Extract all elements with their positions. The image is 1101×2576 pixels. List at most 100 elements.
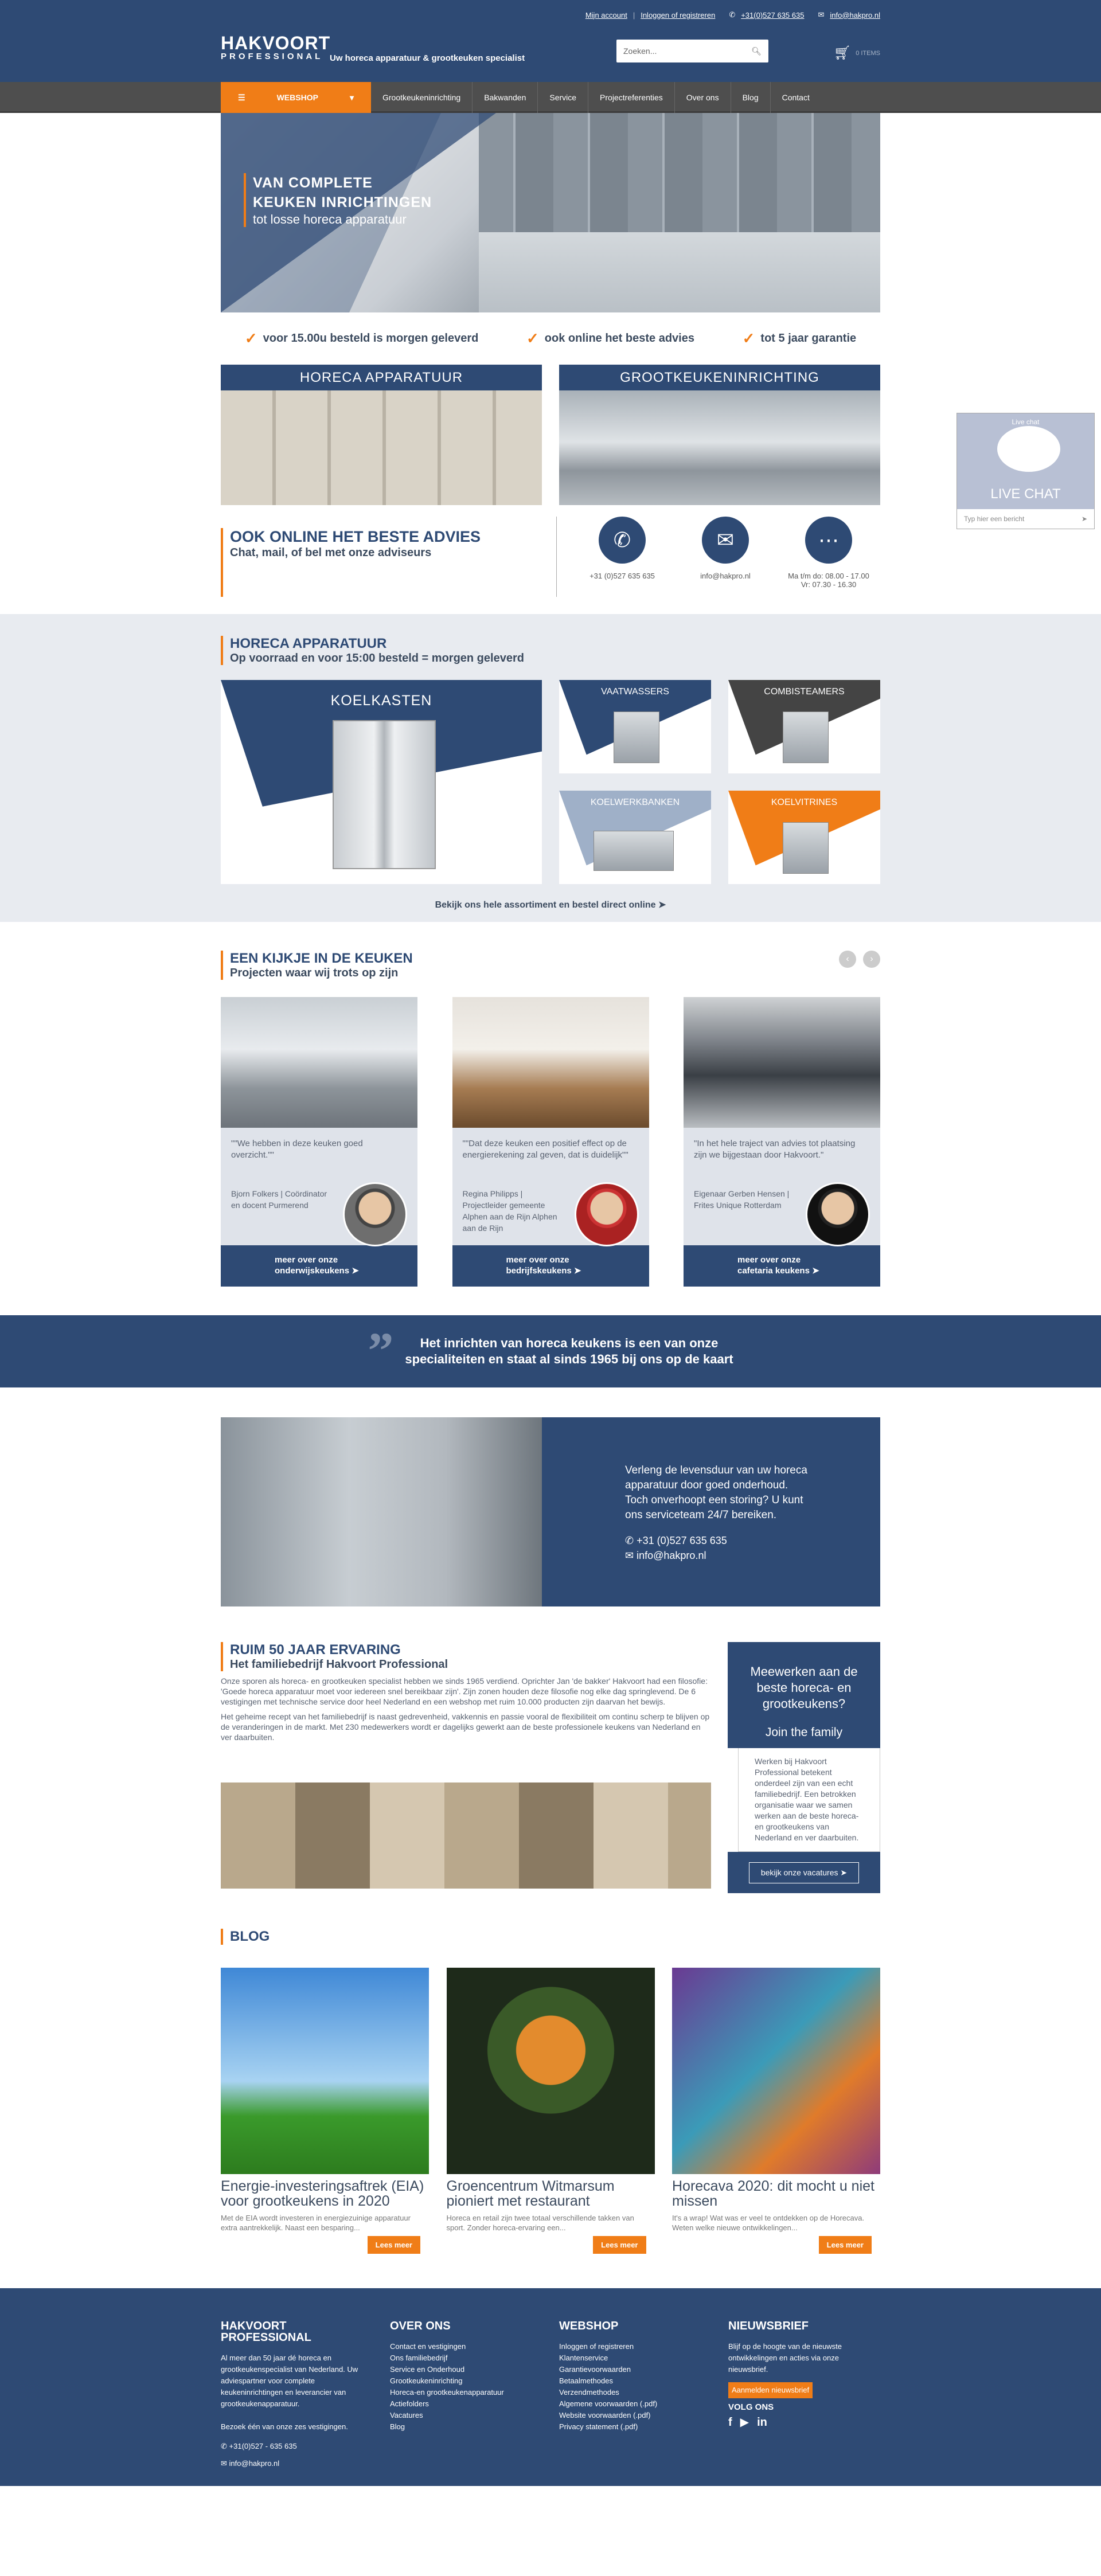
footer-column: HAKVOORT PROFESSIONAL Al meer dan 50 jaa… [221,2320,373,2469]
footer-text: Al meer dan 50 jaar dé horeca en grootke… [221,2354,358,2408]
nav-item[interactable]: Service [538,82,589,113]
body-text: Onze sporen als horeca- en grootkeuken s… [221,1676,708,1706]
facebook-icon[interactable]: f [728,2417,732,2428]
nav-item[interactable]: Projectreferenties [588,82,675,113]
search-input[interactable]: Zoeken... 🔍︎ [616,40,768,62]
usp-bar: ✓ voor 15.00u besteld is morgen geleverd … [221,312,880,365]
chevron-down-icon: ▾ [349,92,354,102]
service-phone[interactable]: ✆ +31 (0)527 635 635 [625,1533,880,1548]
category-koelvitrines[interactable]: KOELVITRINES [728,791,880,884]
quote-band: ” Het inrichten van horeca keukens is ee… [0,1315,1101,1387]
category-combisteamers[interactable]: COMBISTEAMERS [728,680,880,773]
project-person: Bjorn Folkers | Coördinator en docent Pu… [221,1182,417,1246]
youtube-icon[interactable]: ▶ [740,2417,749,2428]
project-card: ""We hebben in deze keuken goed overzich… [221,997,417,1287]
footer-link[interactable]: Ons familiebedrijf [390,2352,542,2364]
webshop-menu-button[interactable]: ☰ WEBSHOP ▾ [221,82,371,113]
nav-item[interactable]: Bakwanden [473,82,538,113]
mail-icon: ✉ [818,10,825,19]
footer-link[interactable]: Garantievoorwaarden [559,2364,711,2375]
social-icons: f ▶ in [728,2417,880,2428]
service-email[interactable]: ✉ info@hakpro.nl [625,1548,880,1563]
avatar [806,1182,870,1246]
fridge-image [333,720,436,869]
blog-image [221,1968,429,2174]
footer-link[interactable]: Grootkeukeninrichting [390,2375,542,2387]
arrow-right-icon: ➤ [812,1266,819,1276]
menu-icon: ☰ [238,92,245,102]
phone-link[interactable]: +31(0)527 635 635 [741,11,804,19]
project-card: ""Dat deze keuken een positief effect op… [452,997,649,1287]
footer-link[interactable]: Klantenservice [559,2352,711,2364]
tagline: Uw horeca apparatuur & grootkeuken speci… [330,53,525,63]
footer-link[interactable]: Blog [390,2421,542,2433]
category-vaatwassers[interactable]: VAATWASSERS [559,680,711,773]
section-heading: HORECA APPARATUUR Op voorraad en voor 15… [221,636,880,665]
footer-link[interactable]: Inloggen of registreren [559,2341,711,2352]
footer-link[interactable]: Verzendmethodes [559,2387,711,2398]
read-more-button[interactable]: Lees meer [818,2236,872,2254]
service-van-image [221,1417,542,1606]
footer-link[interactable]: Service en Onderhoud [390,2364,542,2375]
hero-banner: VAN COMPLETE KEUKEN INRICHTINGEN tot los… [221,113,880,312]
avatar [343,1182,407,1246]
nav-item[interactable]: Over ons [675,82,731,113]
chevron-right-icon[interactable]: › [863,951,880,968]
linkedin-icon[interactable]: in [757,2417,767,2428]
newsletter-button[interactable]: Aanmelden nieuwsbrief [728,2382,813,2398]
footer-link[interactable]: Contact en vestigingen [390,2341,542,2352]
email-link[interactable]: info@hakpro.nl [830,11,880,19]
kitchen-image [479,113,880,312]
read-more-button[interactable]: Lees meer [593,2236,646,2254]
blog-post[interactable]: Horecava 2020: dit mocht u niet missen I… [672,1968,880,2254]
blog-post[interactable]: Groencentrum Witmarsum pioniert met rest… [446,1968,655,2254]
product-image [783,712,829,763]
footer-link[interactable]: Vacatures [390,2410,542,2421]
blog-post[interactable]: Energie-investeringsaftrek (EIA) voor gr… [221,1968,429,2254]
footer-link[interactable]: Algemene voorwaarden (.pdf) [559,2398,711,2410]
my-account-link[interactable]: Mijn account [585,11,627,19]
cart[interactable]: 🛒︎ 0 ITEMS [834,45,880,61]
cart-icon: 🛒︎ [833,45,852,61]
check-icon: ✓ [244,330,257,347]
nav-item[interactable]: Blog [731,82,771,113]
join-family-button[interactable]: Join the family [728,1725,880,1741]
product-image [594,831,674,871]
footer-email[interactable]: ✉ info@hakpro.nl [221,2458,373,2469]
footer-link[interactable]: Horeca-en grootkeukenapparatuur [390,2387,542,2398]
read-more-button[interactable]: Lees meer [367,2236,420,2254]
contact-chat[interactable]: ⋯ Ma t/m do: 08.00 - 17.00 Vr: 07.30 - 16… [786,517,872,597]
project-button[interactable]: meer over onze bedrijfskeukens ➤ [452,1245,649,1287]
nav-item[interactable]: Grootkeukeninrichting [371,82,473,113]
category-koelkasten[interactable]: KOELKASTEN [221,680,542,884]
logo[interactable]: HAKVOORT PROFESSIONAL [221,34,330,61]
footer-link[interactable]: Website voorwaarden (.pdf) [559,2410,711,2421]
assortment-link[interactable]: Bekijk ons hele assortiment en bestel di… [221,899,880,910]
contact-mail[interactable]: ✉ info@hakpro.nl [682,517,768,597]
contact-phone[interactable]: ✆ +31 (0)527 635 635 [579,517,665,597]
nav-item[interactable]: Contact [771,82,821,113]
project-button[interactable]: meer over onze onderwijskeukens ➤ [221,1245,417,1287]
footer-phone[interactable]: ✆ +31(0)527 - 635 635 [221,2441,373,2452]
search-icon[interactable]: 🔍︎ [751,46,762,56]
send-icon[interactable]: ➤ [1082,515,1087,523]
project-button[interactable]: meer over onze cafetaria keukens ➤ [684,1245,880,1287]
footer-link[interactable]: Bezoek één van onze zes vestigingen. [221,2421,373,2433]
follow-label: VOLG ONS [728,2402,774,2412]
category-koelwerkbanken[interactable]: KOELWERKBANKEN [559,791,711,884]
chevron-left-icon[interactable]: ‹ [839,951,856,968]
project-button-label: onderwijskeukens ➤ [275,1266,359,1276]
project-image [452,997,649,1128]
mail-icon: ✉ [625,1550,634,1561]
footer-link[interactable]: Privacy statement (.pdf) [559,2421,711,2433]
footer-link[interactable]: Betaalmethodes [559,2375,711,2387]
chat-bubble-icon [997,426,1060,472]
tile-horeca[interactable]: HORECA APPARATUUR [221,365,542,505]
chat-input[interactable]: Typ hier een bericht ➤ [957,509,1094,529]
login-link[interactable]: Inloggen of registreren [641,11,715,19]
mail-icon: ✉ [702,517,749,564]
tile-grootkeuken[interactable]: GROOTKEUKENINRICHTING [559,365,880,505]
vacancies-button[interactable]: bekijk onze vacatures ➤ [748,1862,860,1883]
footer-link[interactable]: Actiefolders [390,2398,542,2410]
live-chat-widget[interactable]: Live chat LIVE CHAT Typ hier een bericht… [956,413,1095,529]
